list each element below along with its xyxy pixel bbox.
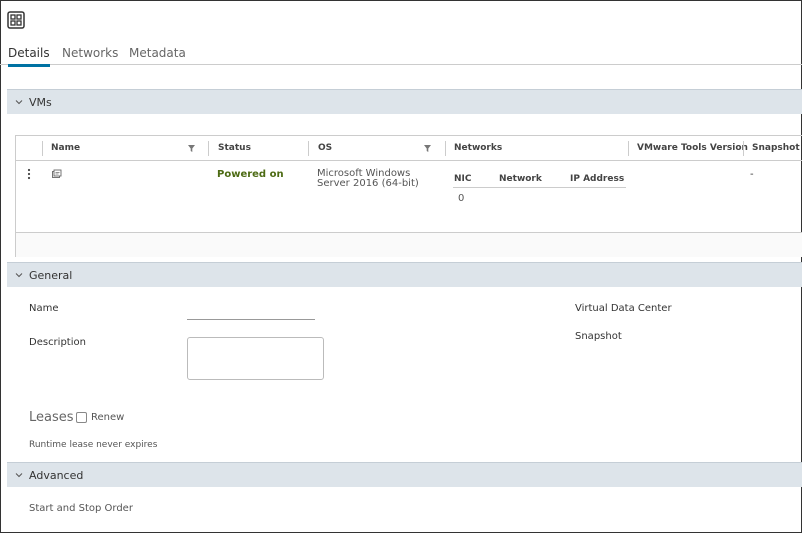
inner-col-ip: IP Address <box>570 174 625 184</box>
filter-icon[interactable] <box>188 145 195 152</box>
inner-col-network: Network <box>499 174 542 184</box>
description-label: Description <box>29 337 86 348</box>
vm-console-icon[interactable] <box>51 169 62 180</box>
lease-status-text: Runtime lease never expires <box>29 440 158 450</box>
inner-table-divider <box>453 187 626 188</box>
vertical-ellipsis-icon[interactable] <box>27 168 31 180</box>
tab-bar: Details Networks Metadata <box>0 44 802 67</box>
grid-expand-icon[interactable] <box>7 11 25 29</box>
column-header-name[interactable]: Name <box>43 136 80 161</box>
renew-label[interactable]: Renew <box>91 412 124 423</box>
column-header-os[interactable]: OS <box>310 136 332 161</box>
filter-icon[interactable] <box>424 145 431 152</box>
vm-os-cell: Microsoft Windows Server 2016 (64-bit) <box>317 168 419 189</box>
virtual-data-center-label: Virtual Data Center <box>575 303 672 314</box>
advanced-section-title: Advanced <box>29 468 84 482</box>
inner-nic-value: 0 <box>458 193 465 204</box>
chevron-down-icon <box>15 100 23 105</box>
leases-heading: Leases <box>29 410 74 425</box>
start-stop-order-label: Start and Stop Order <box>29 503 133 514</box>
chevron-down-icon <box>15 473 23 478</box>
vms-datagrid: Name Status OS Networks VMware Tools Ver… <box>15 135 802 257</box>
inner-col-nic: NIC <box>454 174 472 184</box>
vms-section-header[interactable]: VMs <box>7 89 802 114</box>
name-label: Name <box>29 303 59 314</box>
chevron-down-icon <box>15 273 23 278</box>
tab-metadata[interactable]: Metadata <box>129 46 186 64</box>
vm-snapshot-cell: - <box>750 169 754 180</box>
vms-section-title: VMs <box>29 95 52 109</box>
description-input[interactable] <box>187 337 324 380</box>
column-header-tools-version[interactable]: VMware Tools Version <box>629 136 748 161</box>
advanced-section-header[interactable]: Advanced <box>7 462 802 487</box>
general-section-header[interactable]: General <box>7 262 802 287</box>
general-section-title: General <box>29 268 73 282</box>
renew-checkbox[interactable] <box>76 412 87 423</box>
tab-networks[interactable]: Networks <box>62 46 118 64</box>
name-input[interactable] <box>187 303 315 320</box>
column-header-status[interactable]: Status <box>210 136 251 161</box>
tab-details[interactable]: Details <box>8 46 50 67</box>
vm-status-cell: Powered on <box>217 169 284 180</box>
column-header-snapshot[interactable]: Snapshot <box>744 136 800 161</box>
snapshot-label: Snapshot <box>575 331 622 342</box>
column-header-networks[interactable]: Networks <box>446 136 502 161</box>
datagrid-header: Name Status OS Networks VMware Tools Ver… <box>16 136 802 161</box>
datagrid-footer <box>16 232 802 257</box>
